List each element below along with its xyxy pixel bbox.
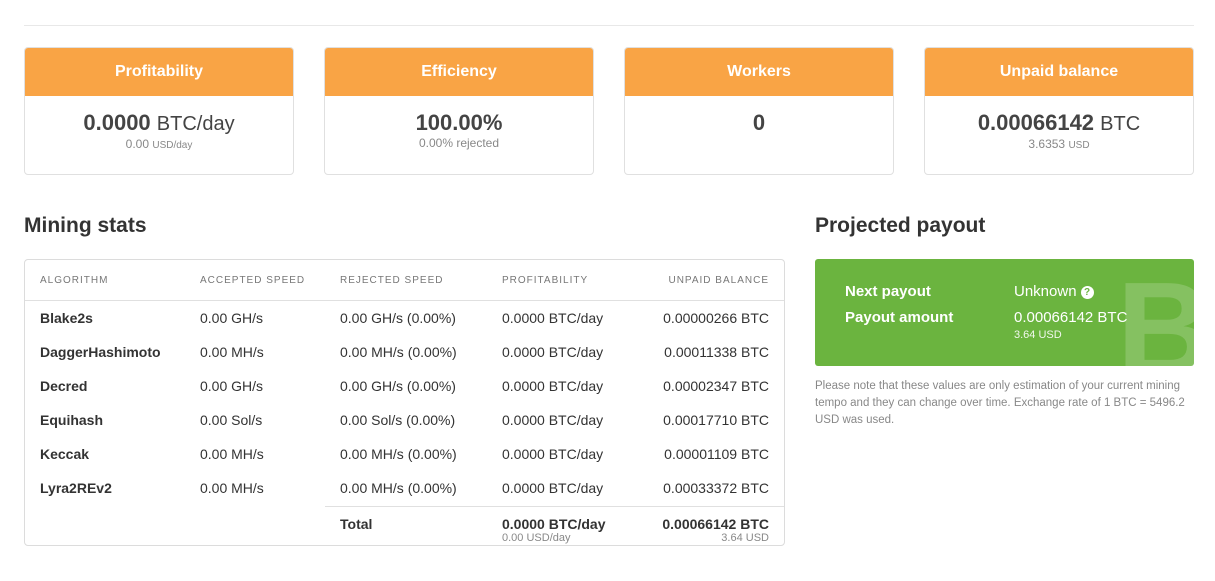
card-value: 0.0000 BTC/day bbox=[83, 110, 235, 135]
card-profitability: Profitability 0.0000 BTC/day 0.00 USD/da… bbox=[24, 47, 294, 175]
payout-amount-usd: 3.64 USD bbox=[1014, 329, 1062, 341]
cell-unpaid-balance: 0.00011338 BTC bbox=[664, 344, 769, 360]
cell-profitability: 0.0000 BTC/day bbox=[502, 344, 604, 360]
total-divider bbox=[325, 506, 784, 507]
top-divider bbox=[24, 25, 1194, 26]
card-subvalue: 0.00 USD/day bbox=[125, 137, 193, 151]
mining-stats-table: ALGORITHM ACCEPTED SPEED REJECTED SPEED … bbox=[24, 259, 785, 546]
cell-unpaid-balance: 0.00033372 BTC bbox=[663, 480, 769, 496]
cell-profitability: 0.0000 BTC/day bbox=[502, 480, 604, 496]
cell-unpaid-balance: 0.00001109 BTC bbox=[664, 446, 769, 462]
cell-profitability: 0.0000 BTC/day bbox=[502, 412, 604, 428]
table-row: Lyra2REv2 0.00 MH/s 0.00 MH/s (0.00%) 0.… bbox=[25, 471, 784, 505]
next-payout-value: Unknown? bbox=[1014, 283, 1094, 300]
table-row: Equihash 0.00 Sol/s 0.00 Sol/s (0.00%) 0… bbox=[25, 403, 784, 437]
cell-algorithm: Lyra2REv2 bbox=[40, 480, 112, 496]
help-icon[interactable]: ? bbox=[1080, 286, 1094, 299]
cell-rejected-speed: 0.00 Sol/s (0.00%) bbox=[340, 412, 456, 428]
cell-rejected-speed: 0.00 GH/s (0.00%) bbox=[340, 310, 456, 326]
cell-accepted-speed: 0.00 GH/s bbox=[200, 378, 264, 394]
cell-accepted-speed: 0.00 Sol/s bbox=[200, 412, 263, 428]
cell-unpaid-balance: 0.00002347 BTC bbox=[663, 378, 769, 394]
cell-accepted-speed: 0.00 MH/s bbox=[200, 446, 264, 462]
card-workers: Workers 0 bbox=[624, 47, 894, 175]
card-unpaid-balance: Unpaid balance 0.00066142 BTC 3.6353 USD bbox=[924, 47, 1194, 175]
cell-algorithm: Blake2s bbox=[40, 310, 93, 326]
card-title: Profitability bbox=[25, 48, 293, 96]
card-value: 0 bbox=[752, 110, 766, 135]
payout-panel: B Next payout Unknown? Payout amount 0.0… bbox=[815, 259, 1194, 366]
total-unpaid-balance-usd: 3.64 USD bbox=[721, 532, 769, 544]
cell-algorithm: Keccak bbox=[40, 446, 90, 462]
card-efficiency: Efficiency 100.00% 0.00% rejected bbox=[324, 47, 594, 175]
cell-rejected-speed: 0.00 GH/s (0.00%) bbox=[340, 378, 456, 394]
total-profitability: 0.0000 BTC/day bbox=[502, 516, 606, 532]
column-header-unpaid-balance: UNPAID BALANCE bbox=[668, 275, 769, 286]
card-title: Workers bbox=[625, 48, 893, 96]
bitcoin-logo-icon: B bbox=[1116, 259, 1194, 367]
payout-estimation-note: Please note that these values are only e… bbox=[815, 380, 1185, 426]
mining-stats-title: Mining stats bbox=[24, 214, 147, 237]
table-row: Blake2s 0.00 GH/s 0.00 GH/s (0.00%) 0.00… bbox=[25, 301, 784, 335]
cell-profitability: 0.0000 BTC/day bbox=[502, 378, 604, 394]
cell-profitability: 0.0000 BTC/day bbox=[502, 446, 604, 462]
cell-algorithm: DaggerHashimoto bbox=[40, 344, 161, 360]
card-value: 0.00066142 BTC bbox=[977, 110, 1141, 135]
cell-profitability: 0.0000 BTC/day bbox=[502, 310, 604, 326]
card-title: Unpaid balance bbox=[925, 48, 1193, 96]
cell-rejected-speed: 0.00 MH/s (0.00%) bbox=[340, 344, 457, 360]
column-header-rejected-speed: REJECTED SPEED bbox=[340, 275, 444, 286]
column-header-accepted-speed: ACCEPTED SPEED bbox=[200, 275, 306, 286]
column-header-profitability: PROFITABILITY bbox=[502, 275, 589, 286]
summary-cards: Profitability 0.0000 BTC/day 0.00 USD/da… bbox=[24, 47, 1194, 175]
cell-unpaid-balance: 0.00017710 BTC bbox=[663, 412, 769, 428]
total-label: Total bbox=[340, 516, 373, 532]
total-profitability-usd: 0.00 USD/day bbox=[502, 532, 571, 544]
card-title: Efficiency bbox=[325, 48, 593, 96]
cell-accepted-speed: 0.00 GH/s bbox=[200, 310, 264, 326]
next-payout-label: Next payout bbox=[845, 283, 931, 300]
payout-amount-label: Payout amount bbox=[845, 309, 954, 326]
card-subvalue: 3.6353 USD bbox=[1028, 137, 1090, 151]
table-row: DaggerHashimoto 0.00 MH/s 0.00 MH/s (0.0… bbox=[25, 335, 784, 369]
cell-accepted-speed: 0.00 MH/s bbox=[200, 344, 264, 360]
projected-payout-title: Projected payout bbox=[815, 214, 986, 237]
table-row: Decred 0.00 GH/s 0.00 GH/s (0.00%) 0.000… bbox=[25, 369, 784, 403]
table-row: Keccak 0.00 MH/s 0.00 MH/s (0.00%) 0.000… bbox=[25, 437, 784, 471]
cell-algorithm: Equihash bbox=[40, 412, 104, 428]
payout-amount-value: 0.00066142 BTC bbox=[1014, 309, 1128, 326]
cell-rejected-speed: 0.00 MH/s (0.00%) bbox=[340, 480, 457, 496]
card-subvalue: 0.00% rejected bbox=[418, 136, 500, 150]
cell-unpaid-balance: 0.00000266 BTC bbox=[663, 310, 769, 326]
column-header-algorithm: ALGORITHM bbox=[40, 275, 109, 286]
cell-accepted-speed: 0.00 MH/s bbox=[200, 480, 264, 496]
total-unpaid-balance: 0.00066142 BTC bbox=[662, 516, 769, 532]
card-value: 100.00% bbox=[415, 110, 503, 135]
cell-rejected-speed: 0.00 MH/s (0.00%) bbox=[340, 446, 457, 462]
cell-algorithm: Decred bbox=[40, 378, 88, 394]
